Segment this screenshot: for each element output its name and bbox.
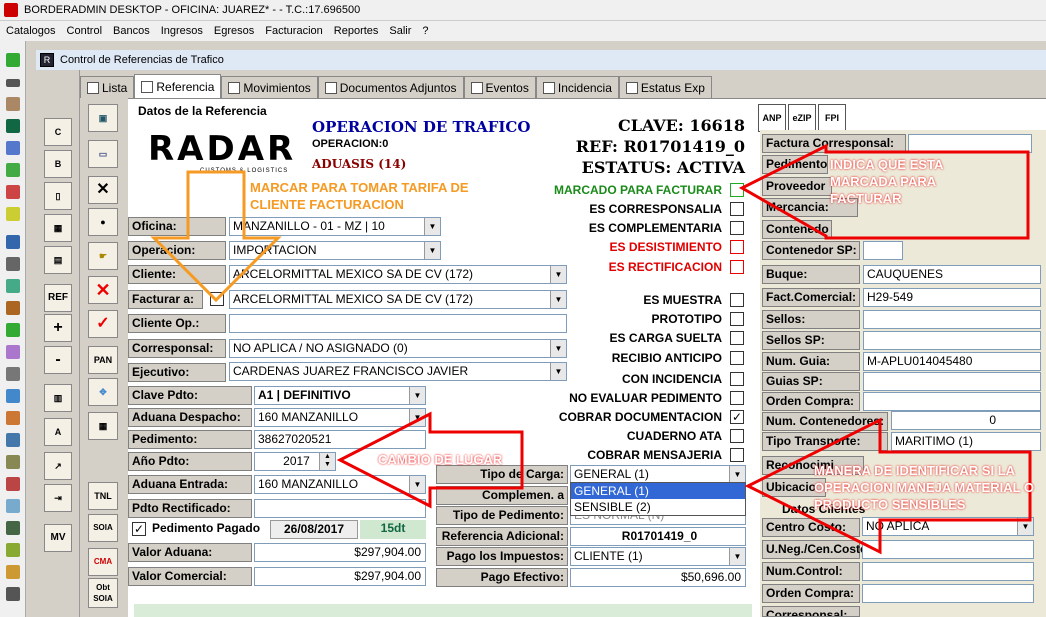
annotation-tarifa: MARCAR PARA TOMAR TARIFA DE CLIENTE FACT… <box>250 180 469 212</box>
annotation-sensible: MANERA DE IDENTIFICAR SI LA OPERACION MA… <box>814 463 1035 512</box>
annotation-arrows <box>150 143 1032 555</box>
annotation-cambio-lugar: CAMBIO DE LUGAR <box>378 452 503 467</box>
annotation-facturar: INDICA QUE ESTA MARCADA PARA FACTURAR <box>830 157 943 206</box>
